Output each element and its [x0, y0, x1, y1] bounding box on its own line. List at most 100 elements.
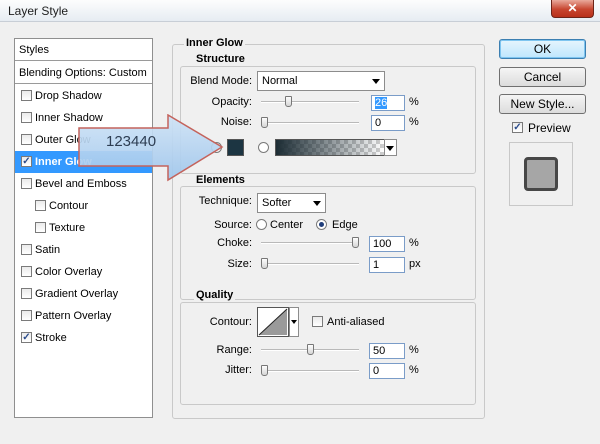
opacity-slider-thumb[interactable]	[285, 96, 292, 107]
styles-list-item-pattern-overlay[interactable]: Pattern Overlay	[15, 305, 152, 327]
choke-label: Choke:	[217, 237, 252, 249]
source-center-label: Center	[270, 219, 304, 231]
cancel-button[interactable]: Cancel	[499, 67, 586, 87]
jitter-label: Jitter:	[225, 364, 252, 376]
size-unit: px	[409, 258, 421, 270]
blend-mode-select[interactable]: Normal	[257, 71, 385, 91]
styles-list-item-color-overlay[interactable]: Color Overlay	[15, 261, 152, 283]
choke-slider-thumb[interactable]	[352, 237, 359, 248]
technique-value: Softer	[262, 197, 292, 209]
choke-slider[interactable]	[261, 237, 359, 248]
styles-list: Styles Blending Options: Custom Drop Sha…	[14, 38, 153, 418]
styles-list-label: Texture	[49, 222, 86, 234]
styles-list-label: Pattern Overlay	[35, 310, 112, 322]
styles-list-checkbox[interactable]	[21, 244, 32, 255]
styles-list-item-stroke[interactable]: ✓ Stroke	[15, 327, 152, 349]
styles-list-checkbox[interactable]	[21, 310, 32, 321]
choke-unit: %	[409, 237, 419, 249]
window-title: Layer Style	[8, 4, 69, 18]
inner-glow-title: Inner Glow	[184, 37, 245, 49]
size-input[interactable]: 1	[369, 257, 405, 273]
style-preview	[509, 142, 573, 206]
annotation-text: 123440	[106, 133, 157, 150]
styles-list-checkbox[interactable]	[21, 178, 32, 189]
anti-aliased-label: Anti-aliased	[327, 316, 385, 328]
preview-checkbox[interactable]: ✓	[512, 122, 523, 133]
preview-label: Preview	[528, 121, 571, 135]
styles-list-checkbox[interactable]	[35, 200, 46, 211]
range-label: Range:	[216, 344, 252, 356]
source-center-radio[interactable]	[256, 219, 267, 230]
ok-button[interactable]: OK	[499, 39, 586, 59]
styles-list-label: Gradient Overlay	[35, 288, 119, 300]
styles-list-item-contour[interactable]: Contour	[15, 195, 152, 217]
chevron-down-icon	[291, 320, 297, 324]
opacity-input[interactable]: 26	[371, 95, 405, 111]
blend-mode-value: Normal	[262, 75, 298, 87]
styles-list-item-drop-shadow[interactable]: Drop Shadow	[15, 85, 152, 107]
styles-list-label: Drop Shadow	[35, 90, 102, 102]
styles-list-checkbox[interactable]: ✓	[21, 332, 32, 343]
styles-list-label: Contour	[49, 200, 89, 212]
anti-aliased-checkbox[interactable]	[312, 316, 323, 327]
gradient-radio[interactable]	[258, 142, 269, 153]
styles-list-checkbox[interactable]	[21, 112, 32, 123]
styles-list-checkbox[interactable]	[21, 134, 32, 145]
close-button[interactable]: ✕	[551, 0, 594, 18]
range-slider[interactable]	[261, 344, 359, 355]
jitter-unit: %	[409, 364, 419, 376]
range-unit: %	[409, 344, 419, 356]
source-label: Source:	[214, 219, 252, 231]
jitter-input[interactable]: 0	[369, 363, 405, 379]
contour-picker[interactable]	[257, 307, 289, 337]
size-label: Size:	[227, 258, 252, 270]
contour-label: Contour:	[209, 316, 252, 328]
opacity-label: Opacity:	[211, 96, 252, 108]
styles-list-label: Satin	[35, 244, 61, 256]
range-slider-thumb[interactable]	[307, 344, 314, 355]
opacity-slider[interactable]	[261, 96, 359, 107]
choke-input[interactable]: 100	[369, 236, 405, 252]
noise-unit: %	[409, 116, 419, 128]
styles-list-checkbox[interactable]	[21, 266, 32, 277]
noise-slider-thumb[interactable]	[261, 117, 268, 128]
size-slider-thumb[interactable]	[261, 258, 268, 269]
jitter-slider[interactable]	[261, 365, 359, 376]
source-edge-label: Edge	[332, 219, 358, 231]
size-slider[interactable]	[261, 258, 359, 269]
source-edge-radio[interactable]	[316, 219, 327, 230]
blend-mode-label: Blend Mode:	[190, 75, 252, 87]
preview-thumbnail	[524, 157, 558, 191]
styles-list-checkbox[interactable]	[21, 90, 32, 101]
styles-list-item-satin[interactable]: Satin	[15, 239, 152, 261]
quality-title: Quality	[194, 289, 236, 301]
styles-list-checkbox[interactable]	[35, 222, 46, 233]
technique-select[interactable]: Softer	[257, 193, 326, 213]
dialog-body: Styles Blending Options: Custom Drop Sha…	[0, 22, 600, 444]
glow-color-swatch[interactable]	[227, 139, 244, 156]
styles-list-checkbox[interactable]: ✓	[21, 156, 32, 167]
chevron-down-icon	[372, 79, 380, 84]
jitter-slider-thumb[interactable]	[261, 365, 268, 376]
gradient-dropdown[interactable]	[384, 139, 397, 156]
structure-title: Structure	[194, 53, 247, 65]
contour-dropdown[interactable]	[289, 307, 299, 337]
noise-slider[interactable]	[261, 117, 359, 128]
range-input[interactable]: 50	[369, 343, 405, 359]
new-style-button[interactable]: New Style...	[499, 94, 586, 114]
styles-list-item-texture[interactable]: Texture	[15, 217, 152, 239]
styles-list-item-gradient-overlay[interactable]: Gradient Overlay	[15, 283, 152, 305]
glow-gradient-swatch[interactable]	[275, 139, 385, 156]
styles-list-label: Stroke	[35, 332, 67, 344]
noise-input[interactable]: 0	[371, 115, 405, 131]
styles-header[interactable]: Styles	[15, 39, 152, 61]
styles-list-checkbox[interactable]	[21, 288, 32, 299]
technique-label: Technique:	[198, 195, 252, 207]
blending-options-item[interactable]: Blending Options: Custom	[15, 62, 152, 84]
opacity-value: 26	[375, 97, 388, 109]
contour-curve-icon	[258, 308, 288, 336]
styles-list-label: Color Overlay	[35, 266, 103, 278]
title-bar: Layer Style ✕	[0, 0, 600, 22]
chevron-down-icon	[386, 146, 394, 151]
chevron-down-icon	[313, 201, 321, 206]
